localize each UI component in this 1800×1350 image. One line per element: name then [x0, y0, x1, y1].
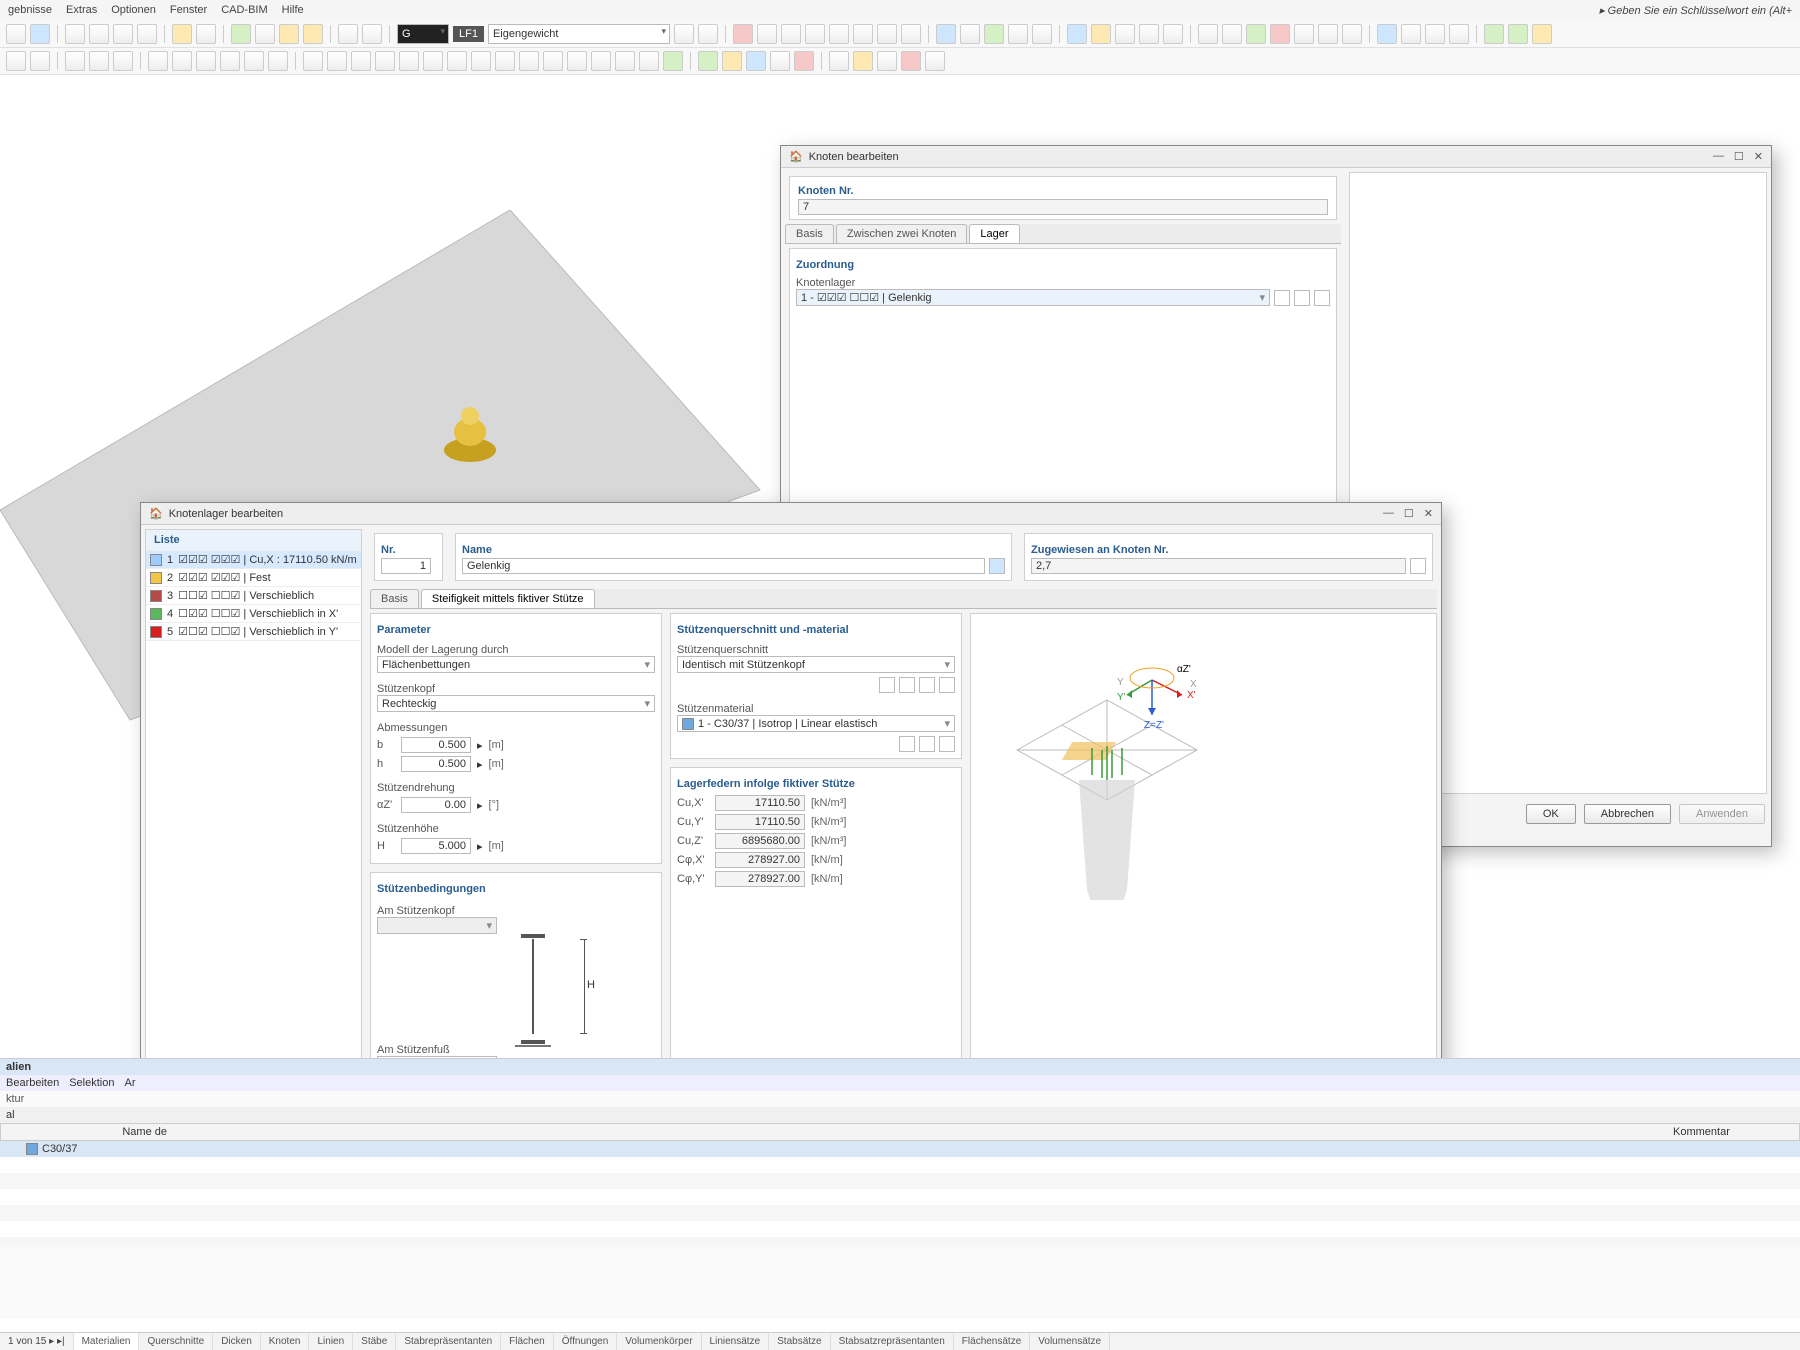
close-icon[interactable]: ✕: [1754, 150, 1763, 163]
close-icon[interactable]: ✕: [1424, 507, 1433, 520]
support-list-item[interactable]: 4☐☑☑ ☐☐☑ | Verschieblich in X': [146, 605, 361, 623]
lib-icon[interactable]: [879, 677, 895, 693]
node-cancel[interactable]: Abbrechen: [1584, 804, 1671, 824]
h-input[interactable]: 0.500: [401, 756, 471, 772]
bottom-tab[interactable]: Knoten: [261, 1333, 310, 1350]
tab-between[interactable]: Zwischen zwei Knoten: [836, 224, 967, 243]
rename-icon[interactable]: [989, 558, 1005, 574]
pick-icon[interactable]: [1410, 558, 1426, 574]
dlg-node-title: Knoten bearbeiten: [809, 151, 899, 163]
support-list-item[interactable]: 5☑☐☑ ☐☐☑ | Verschieblich in Y': [146, 623, 361, 641]
bottom-tab[interactable]: Stabsatzrepräsentanten: [831, 1333, 954, 1350]
svg-text:Z=Z': Z=Z': [1144, 720, 1164, 731]
edit-list-icon[interactable]: [1294, 290, 1310, 306]
toolbar-row-2: [0, 48, 1800, 75]
bottom-tab[interactable]: Flächensätze: [954, 1333, 1030, 1350]
bottom-tab[interactable]: Stäbe: [353, 1333, 396, 1350]
svg-text:X': X': [1187, 690, 1196, 701]
bottom-tab[interactable]: Liniensätze: [702, 1333, 770, 1350]
lf-group[interactable]: G: [397, 24, 449, 44]
app-icon: 🏠: [789, 150, 803, 163]
dlg-support-title: Knotenlager bearbeiten: [169, 508, 283, 520]
head-combo[interactable]: Rechteckig: [377, 695, 655, 712]
node-tabs: Basis Zwischen zwei Knoten Lager: [785, 224, 1341, 244]
support-list-item[interactable]: 1☑☑☑ ☑☑☑ | Cu,X : 17110.50 kN/m: [146, 551, 361, 569]
svg-text:X: X: [1190, 679, 1197, 690]
info-icon[interactable]: [939, 677, 955, 693]
node-ok[interactable]: OK: [1526, 804, 1576, 824]
support-nr[interactable]: 1: [381, 558, 431, 574]
bottom-tab[interactable]: Dicken: [213, 1333, 261, 1350]
bc-top-combo[interactable]: [377, 917, 497, 934]
tab-basis[interactable]: Basis: [785, 224, 834, 243]
column-diagram: H: [507, 934, 567, 1044]
tab-support-stiffness[interactable]: Steifigkeit mittels fiktiver Stütze: [421, 589, 595, 608]
bottom-tab[interactable]: Linien: [309, 1333, 353, 1350]
b-input[interactable]: 0.500: [401, 737, 471, 753]
bottom-tab[interactable]: Flächen: [501, 1333, 554, 1350]
lf-combo[interactable]: Eigengewicht: [488, 24, 670, 44]
new-icon[interactable]: [1274, 290, 1290, 306]
svg-text:αZ': αZ': [1177, 664, 1191, 675]
bottom-tab[interactable]: Öffnungen: [554, 1333, 618, 1350]
support-list-item[interactable]: 3☐☐☑ ☐☐☑ | Verschieblich: [146, 587, 361, 605]
tab-lager[interactable]: Lager: [969, 224, 1019, 243]
delete-icon[interactable]: [901, 51, 921, 71]
support-list-item[interactable]: 2☑☑☑ ☑☑☑ | Fest: [146, 569, 361, 587]
support-name[interactable]: Gelenkig: [462, 558, 985, 574]
record-nav[interactable]: 1 von 15 ▸ ▸|: [0, 1333, 74, 1350]
cs-combo[interactable]: Identisch mit Stützenkopf: [677, 656, 955, 673]
app-icon: 🏠: [149, 507, 163, 520]
bottom-tab[interactable]: Querschnitte: [139, 1333, 213, 1350]
minimize-icon[interactable]: —: [1713, 150, 1724, 163]
nodal-support-combo[interactable]: 1 - ☑☑☑ ☐☐☑ | Gelenkig: [796, 289, 1270, 306]
bottom-tabs: 1 von 15 ▸ ▸| MaterialienQuerschnitteDic…: [0, 1332, 1800, 1350]
maximize-icon[interactable]: ☐: [1404, 507, 1414, 520]
main-menubar[interactable]: gebnisse Extras Optionen Fenster CAD-BIM…: [0, 0, 1800, 21]
height-input[interactable]: 5.000: [401, 838, 471, 854]
support-preview[interactable]: X' Y' Z=Z' αZ' X Y: [977, 640, 1237, 900]
model-combo[interactable]: Flächenbettungen: [377, 656, 655, 673]
bottom-tab[interactable]: Stabsätze: [769, 1333, 830, 1350]
bottom-tab[interactable]: Stabrepräsentanten: [396, 1333, 501, 1350]
toolbar-row-1: G LF1 Eigengewicht: [0, 21, 1800, 48]
lf-badge[interactable]: LF1: [453, 26, 484, 42]
tab-support-basis[interactable]: Basis: [370, 589, 419, 608]
keyword-search-hint[interactable]: ▸ Geben Sie ein Schlüsselwort ein (Alt+: [1599, 4, 1792, 17]
bottom-tab[interactable]: Volumenkörper: [617, 1333, 701, 1350]
node-nr-field[interactable]: 7: [798, 199, 1328, 215]
lib-icon[interactable]: [899, 736, 915, 752]
svg-text:Y': Y': [1117, 692, 1126, 703]
bottom-tab[interactable]: Volumensätze: [1030, 1333, 1110, 1350]
svg-text:Y: Y: [1117, 677, 1124, 688]
node-apply: Anwenden: [1679, 804, 1765, 824]
mat-combo[interactable]: 1 - C30/37 | Isotrop | Linear elastisch: [677, 715, 955, 732]
rot-input[interactable]: 0.00: [401, 797, 471, 813]
lib-icon[interactable]: [1314, 290, 1330, 306]
tool-icon[interactable]: [6, 24, 26, 44]
assigned-nodes[interactable]: 2,7: [1031, 558, 1406, 574]
data-grid[interactable]: alien BearbeitenSelektionAr ktur al Name…: [0, 1058, 1800, 1319]
maximize-icon[interactable]: ☐: [1734, 150, 1744, 163]
bottom-tab[interactable]: Materialien: [74, 1333, 140, 1350]
minimize-icon[interactable]: —: [1383, 507, 1394, 520]
